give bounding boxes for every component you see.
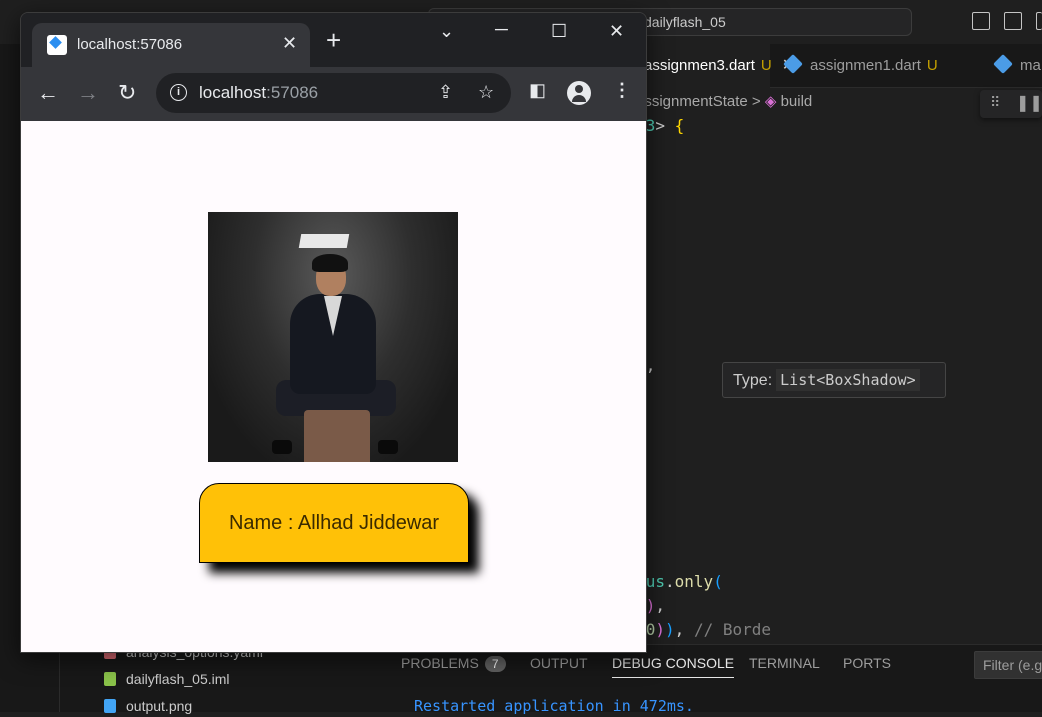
toggle-secondary-sidebar-icon[interactable]	[1036, 12, 1042, 30]
browser-toolbar: ← → ↻ i localhost:57086 ⇪ ☆ ◧ ⋮	[21, 67, 646, 121]
console-output: Restarted application in 472ms.	[414, 697, 694, 715]
tab-search-chevron-icon[interactable]: ⌄	[439, 21, 454, 42]
tab-terminal[interactable]: TERMINAL	[749, 655, 820, 671]
breadcrumb-method[interactable]: build	[781, 93, 813, 110]
sidepanel-icon[interactable]: ◧	[529, 80, 546, 101]
new-tab-icon[interactable]: +	[326, 27, 341, 53]
flutter-favicon-icon	[47, 35, 67, 55]
tab-strip: localhost:57086 ✕ + ⌄ ─ ☐ ✕	[21, 13, 646, 67]
tab-debug-console[interactable]: DEBUG CONSOLE	[612, 655, 735, 678]
tab-status: U	[926, 57, 938, 74]
maximize-icon[interactable]: ☐	[551, 21, 567, 42]
type-hover-tooltip: Type: List<BoxShadow>	[722, 362, 946, 398]
star-icon[interactable]: ☆	[478, 82, 494, 103]
tab-main[interactable]: ma	[982, 44, 1042, 88]
toggle-panel-icon[interactable]	[1004, 12, 1022, 30]
filter-input[interactable]: Filter (e.g.	[974, 651, 1042, 679]
share-icon[interactable]: ⇪	[438, 82, 453, 103]
tab-assignmen1[interactable]: assignmen1.dart U	[772, 44, 978, 88]
photo-stool	[304, 410, 370, 462]
dart-icon	[993, 54, 1013, 74]
cube-icon: ◈	[764, 93, 777, 110]
photo-shoe	[378, 440, 398, 454]
problems-badge: 7	[484, 656, 506, 672]
tab-label: assignmen3.dart	[644, 57, 755, 74]
back-icon[interactable]: ←	[37, 81, 59, 105]
drag-handle-icon[interactable]: ⠿	[990, 94, 1000, 111]
tab-label: PROBLEMS	[401, 655, 479, 671]
minimize-icon[interactable]: ─	[495, 19, 508, 40]
bottom-panel: PROBLEMS 7 OUTPUT DEBUG CONSOLE TERMINAL …	[376, 644, 1042, 715]
pause-icon[interactable]: ❚❚	[1016, 93, 1042, 113]
tab-label: ma	[1020, 57, 1041, 74]
tab-problems[interactable]: PROBLEMS 7	[401, 655, 506, 672]
file-item[interactable]: output.png	[104, 695, 192, 717]
address-bar[interactable]: i localhost:57086 ⇪ ☆	[156, 73, 511, 113]
breadcrumb-separator: >	[751, 93, 761, 110]
dart-icon	[783, 54, 803, 74]
file-name: dailyflash_05.iml	[126, 671, 230, 687]
tab-label: assignmen1.dart	[810, 57, 921, 74]
reload-icon[interactable]: ↻	[118, 81, 136, 105]
toggle-sidebar-icon[interactable]	[972, 12, 990, 30]
close-tab-icon[interactable]: ✕	[282, 33, 297, 54]
page-viewport: Name : Allhad Jiddewar	[21, 121, 646, 652]
photo-hair	[312, 254, 348, 272]
url-port: :57086	[266, 83, 319, 102]
photo-shoe	[272, 440, 292, 454]
chrome-window: localhost:57086 ✕ + ⌄ ─ ☐ ✕ ← → ↻ i loca…	[20, 12, 647, 653]
hover-label: Type:	[733, 372, 773, 389]
url-host: localhost	[199, 83, 267, 102]
png-file-icon	[104, 699, 116, 713]
info-icon[interactable]: i	[170, 84, 187, 101]
close-window-icon[interactable]: ✕	[609, 21, 624, 42]
forward-icon[interactable]: →	[77, 81, 99, 105]
tab-status: U	[760, 57, 772, 74]
profile-icon[interactable]	[567, 81, 591, 105]
profile-photo	[208, 212, 458, 462]
name-card: Name : Allhad Jiddewar	[199, 483, 469, 563]
url-text[interactable]: localhost:57086	[199, 83, 318, 103]
browser-tab[interactable]: localhost:57086 ✕	[32, 23, 310, 67]
name-label: Name : Allhad Jiddewar	[228, 512, 440, 534]
tab-title: localhost:57086	[77, 36, 183, 53]
file-item[interactable]: dailyflash_05.iml	[104, 668, 230, 690]
hover-type-value: List<BoxShadow>	[776, 369, 920, 391]
iml-file-icon	[104, 672, 116, 686]
ceiling-light	[298, 234, 350, 248]
tab-output[interactable]: OUTPUT	[530, 655, 588, 671]
tab-ports[interactable]: PORTS	[843, 655, 891, 671]
menu-icon[interactable]: ⋮	[613, 80, 631, 101]
